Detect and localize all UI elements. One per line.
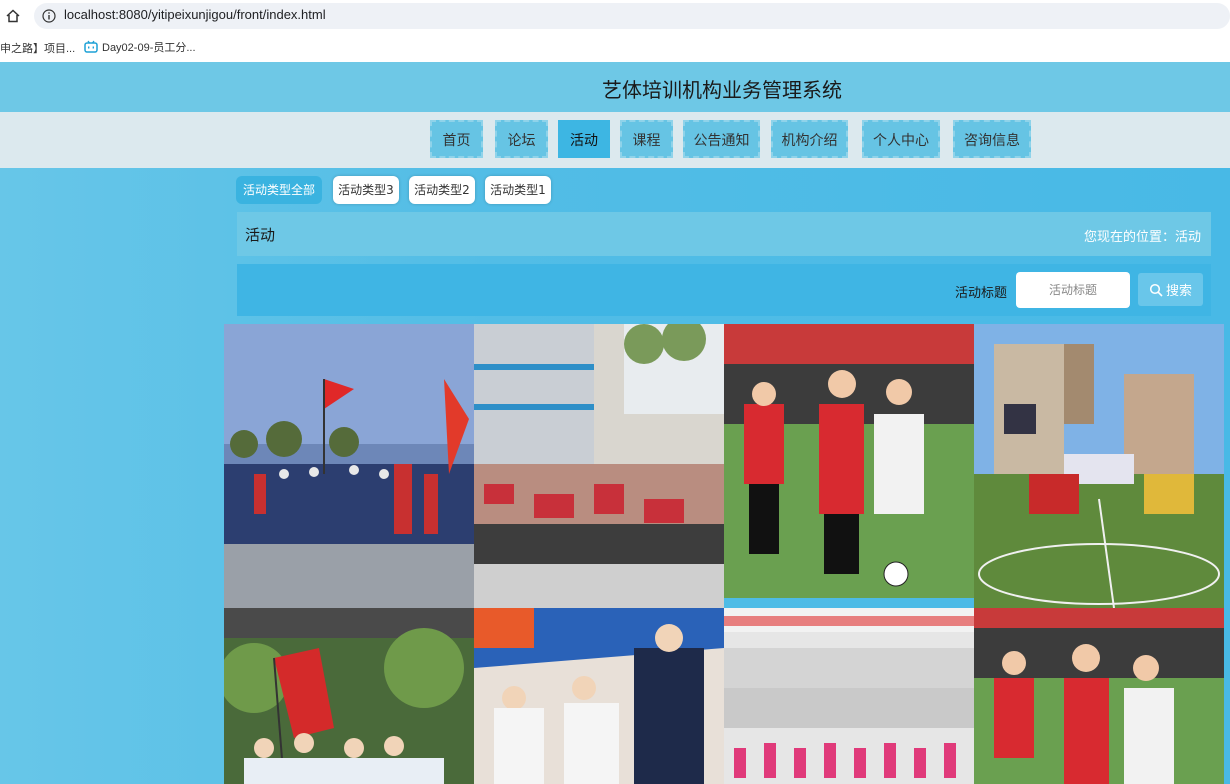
site-header: 艺体培训机构业务管理系统 xyxy=(0,62,1230,112)
bookmark-label: Day02-09-员工分... xyxy=(102,42,196,54)
type-tab-3[interactable]: 活动类型3 xyxy=(333,176,399,204)
activity-card[interactable] xyxy=(224,608,474,784)
activity-photo xyxy=(974,608,1224,784)
home-icon[interactable] xyxy=(5,8,21,24)
type-tab-1[interactable]: 活动类型1 xyxy=(485,176,551,204)
activity-card[interactable] xyxy=(224,324,474,608)
info-icon[interactable] xyxy=(42,9,56,23)
site-title: 艺体培训机构业务管理系统 xyxy=(602,78,842,102)
bookmarks-bar: 申之路】项目... Day02-09-员工分... xyxy=(0,32,1230,62)
type-tab-2[interactable]: 活动类型2 xyxy=(409,176,475,204)
nav-item-profile[interactable]: 个人中心 xyxy=(862,120,940,158)
main-nav: 首页 论坛 活动 课程 公告通知 机构介绍 个人中心 咨询信息 xyxy=(0,112,1230,168)
activity-card[interactable] xyxy=(724,324,974,598)
activity-card[interactable] xyxy=(974,324,1224,608)
type-tab-all[interactable]: 活动类型全部 xyxy=(236,176,322,204)
nav-item-home[interactable]: 首页 xyxy=(430,120,483,158)
page-title: 活动 xyxy=(245,226,276,244)
activity-photo xyxy=(724,608,974,784)
search-bar: 活动标题 搜索 xyxy=(237,264,1211,316)
nav-item-consult[interactable]: 咨询信息 xyxy=(953,120,1031,158)
nav-item-about[interactable]: 机构介绍 xyxy=(771,120,848,158)
activity-card[interactable] xyxy=(474,608,724,784)
browser-address-bar: localhost:8080/yitipeixunjigou/front/ind… xyxy=(0,0,1230,32)
search-input[interactable] xyxy=(1016,272,1130,308)
bilibili-tv-icon xyxy=(84,40,98,53)
activity-photo xyxy=(724,324,974,598)
breadcrumb: 活动 您现在的位置：活动 xyxy=(237,212,1211,256)
current-location: 您现在的位置：活动 xyxy=(1083,230,1201,245)
bookmark-item[interactable]: 申之路】项目... xyxy=(0,40,75,56)
activity-photo xyxy=(224,608,474,784)
nav-item-notice[interactable]: 公告通知 xyxy=(683,120,760,158)
activity-card[interactable] xyxy=(974,608,1224,784)
activity-photo xyxy=(974,324,1224,608)
search-button-label: 搜索 xyxy=(1165,284,1192,299)
nav-item-course[interactable]: 课程 xyxy=(620,120,673,158)
search-button[interactable]: 搜索 xyxy=(1138,273,1203,306)
search-label: 活动标题 xyxy=(955,286,1008,301)
activity-card[interactable] xyxy=(474,324,724,608)
activity-photo xyxy=(474,608,724,784)
activity-photo xyxy=(224,324,474,608)
activity-card[interactable] xyxy=(724,608,974,784)
nav-item-forum[interactable]: 论坛 xyxy=(495,120,548,158)
activity-photo xyxy=(474,324,724,608)
search-icon xyxy=(1149,283,1163,297)
bookmark-item[interactable]: Day02-09-员工分... xyxy=(84,39,196,55)
nav-item-activity[interactable]: 活动 xyxy=(558,120,610,158)
url-text[interactable]: localhost:8080/yitipeixunjigou/front/ind… xyxy=(64,7,326,22)
